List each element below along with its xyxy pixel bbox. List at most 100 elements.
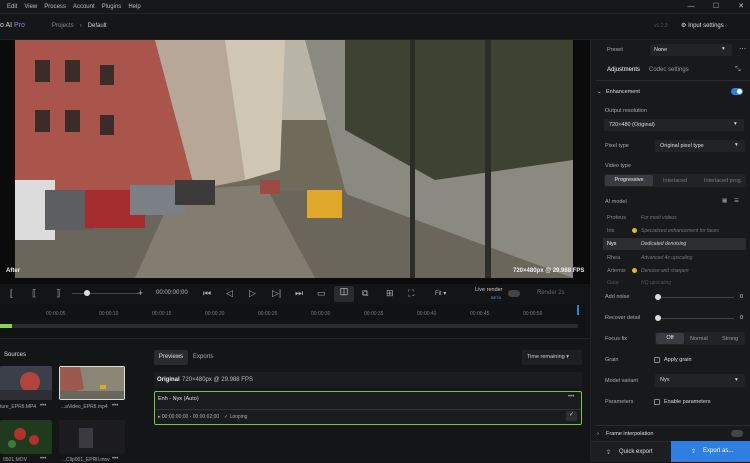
enhancement-toggle[interactable] [731,88,743,95]
collapse-icon[interactable]: ⤡ [735,66,741,74]
tab-exports[interactable]: Exports [193,354,213,360]
more-icon[interactable]: ⋯ [739,45,746,53]
add-noise-slider[interactable] [658,297,734,298]
playhead[interactable] [577,305,579,315]
input-settings-button[interactable]: ⚙ Input settings [681,22,724,29]
export-icon: ⇪ [691,449,697,455]
play-icon[interactable]: ▷ [249,288,256,299]
recover-detail-label: Recover detail [605,315,641,321]
video-type-interlaced-prog[interactable]: Interlaced prog. [704,178,742,184]
step-forward-icon[interactable]: ▷| [272,288,281,299]
tick-label: 00:00:50 [523,311,543,317]
original-info: 720×480px @ 29.988 FPS [182,377,253,383]
model-name[interactable]: Proteus [607,215,626,221]
more-icon[interactable]: ••• [112,456,118,462]
model-name[interactable]: Gaia [607,280,619,286]
bracket-in-icon[interactable]: [ [10,288,13,298]
mark-in-icon[interactable]: ⟦ [32,288,36,299]
apply-grain-checkbox[interactable] [654,357,660,363]
model-name[interactable]: Artemis [607,268,626,274]
list-view-icon[interactable]: ☰ [734,198,739,204]
preset-label: Preset [607,47,623,53]
zoom-plus-icon[interactable]: + [138,288,143,298]
preview-status: ✓ Looping [224,414,248,420]
fullscreen-icon[interactable]: ⛶ [408,288,414,299]
grid-view-icon[interactable]: ▦ [722,198,727,204]
focus-strong[interactable]: Strong [722,336,738,342]
breadcrumb-projects[interactable]: Projects [52,23,74,29]
focus-normal[interactable]: Normal [690,336,708,342]
sources-title: Sources [4,352,27,358]
split-view-button[interactable]: ◫ [334,286,354,302]
chevron-down-icon[interactable]: ⌄ [597,89,602,95]
chevron-right-icon[interactable]: › [597,431,599,437]
video-type-interlaced[interactable]: Interlaced [663,178,687,184]
enable-parameters-checkbox[interactable] [654,399,660,405]
export-as-button[interactable]: ⇪ Export as... [671,441,750,462]
video-frame[interactable] [15,40,573,278]
breadcrumb: Projects › Default [52,23,107,29]
compare-icon[interactable]: ⊞ [386,288,394,299]
maximize-button[interactable]: ☐ [707,0,725,14]
breadcrumb-default[interactable]: Default [88,23,107,29]
zoom-knob[interactable] [84,290,90,296]
tab-adjustments[interactable]: Adjustments [607,67,640,73]
timeline-range[interactable] [0,324,12,328]
source-name: 0501.MOV [3,457,27,463]
close-button[interactable]: ✕ [732,0,750,14]
source-image [0,366,52,400]
menu-edit[interactable]: Edit [7,4,17,10]
source-thumbnail[interactable] [0,366,52,400]
skip-end-icon[interactable]: ⏭ [295,288,303,299]
menu-plugins[interactable]: Plugins [102,4,122,10]
recover-detail-slider[interactable] [658,318,734,319]
resolution-dropdown[interactable]: 720×480 (Original) ▾ [604,119,744,131]
render-button[interactable]: Render 2s [537,290,565,296]
skip-start-icon[interactable]: ⏮ [203,288,211,299]
fit-dropdown[interactable]: Fit ▾ [435,290,446,297]
more-icon[interactable]: ••• [112,403,118,409]
zoom-slider[interactable] [72,293,142,294]
model-name[interactable]: Rhea [607,255,620,261]
step-back-icon[interactable]: ◁ [226,288,233,299]
check-icon[interactable]: ✓ [566,411,577,421]
model-variant-dropdown[interactable]: Nyx ▾ [655,374,745,387]
single-view-icon[interactable]: ▭ [317,288,326,299]
focus-off[interactable]: Off [656,333,684,344]
preset-dropdown[interactable]: None ▾ [650,44,732,56]
street-scene-image [15,40,573,278]
more-icon[interactable]: ••• [40,456,46,462]
tab-previews[interactable]: Previews [154,350,188,365]
recover-detail-knob[interactable] [655,315,661,321]
menu-help[interactable]: Help [128,4,140,10]
menu-process[interactable]: Process [44,4,66,10]
menu-account[interactable]: Account [73,4,95,10]
side-by-side-icon[interactable]: ⧉ [362,288,368,299]
more-icon[interactable]: ••• [568,394,574,400]
parameters-label: Parameters [605,399,634,405]
model-name[interactable]: Nyx [607,241,616,247]
tab-codec[interactable]: Codec settings [649,67,689,73]
minimize-button[interactable]: — [682,0,700,14]
divider [155,409,581,410]
add-noise-knob[interactable] [655,294,661,300]
model-desc: HQ upscaling [641,280,672,286]
sort-dropdown[interactable]: Time remaining ▾ [522,350,582,365]
source-thumbnail-selected[interactable] [59,366,125,400]
gear-icon: ⚙ [681,23,687,29]
live-render-toggle[interactable] [508,290,520,297]
timeline-track[interactable] [0,324,578,328]
model-name[interactable]: Iris [607,228,614,234]
quick-export-button[interactable]: ⇪ Quick export [591,441,671,462]
warning-dot-icon [632,228,637,233]
timeline[interactable] [0,304,590,338]
menu-view[interactable]: View [24,4,37,10]
more-icon[interactable]: ••• [40,403,46,409]
mark-out-icon[interactable]: ⟧ [56,288,60,299]
source-thumbnail[interactable] [0,420,52,454]
frame-interp-toggle[interactable] [731,430,743,437]
source-thumbnail[interactable] [59,420,125,454]
model-desc: Dedicated denoising [641,241,687,247]
pixel-type-dropdown[interactable]: Original pixel type ▾ [655,140,745,152]
video-type-progressive[interactable]: Progressive [605,175,653,186]
